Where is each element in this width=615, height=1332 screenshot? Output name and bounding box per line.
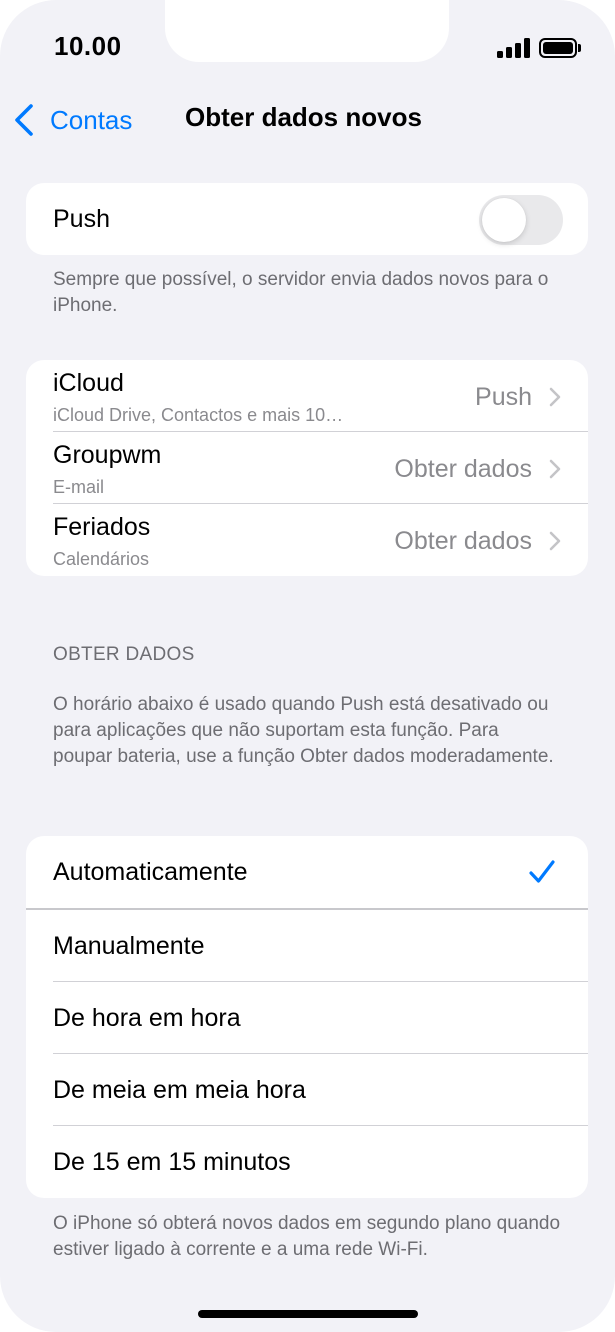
toggle-knob — [482, 198, 526, 242]
back-button-label: Contas — [50, 104, 133, 135]
fetch-option-manual[interactable]: Manualmente — [26, 910, 588, 982]
fetch-option-label: Manualmente — [53, 932, 205, 960]
account-subtitle: Calendários — [53, 549, 150, 569]
chevron-right-icon — [549, 387, 561, 407]
fetch-option-half-hourly[interactable]: De meia em meia hora — [26, 1054, 588, 1126]
push-footnote: Sempre que possível, o servidor envia da… — [53, 269, 549, 316]
cellular-signal-icon — [497, 38, 531, 58]
back-button[interactable]: Contas — [12, 100, 132, 140]
fetch-description: O horário abaixo é usado quando Push est… — [53, 694, 554, 767]
account-fetch-value: Obter dados — [394, 455, 532, 483]
push-toggle[interactable] — [479, 195, 563, 245]
notch — [165, 0, 449, 62]
chevron-left-icon — [15, 104, 33, 136]
account-name: Groupwm — [53, 441, 162, 469]
account-row-icloud[interactable]: iCloud iCloud Drive, Contactos e mais 10… — [26, 360, 588, 432]
account-name: iCloud — [53, 369, 124, 397]
push-row: Push — [26, 183, 588, 255]
checkmark-icon — [529, 860, 555, 883]
fetch-option-automatic[interactable]: Automaticamente — [26, 836, 588, 908]
fetch-option-hourly[interactable]: De hora em hora — [26, 982, 588, 1054]
chevron-right-icon — [549, 531, 561, 551]
account-row-feriados[interactable]: Feriados Calendários Obter dados — [26, 504, 588, 576]
accounts-group: iCloud iCloud Drive, Contactos e mais 10… — [26, 360, 588, 576]
battery-tip — [578, 44, 581, 52]
push-label: Push — [53, 205, 110, 233]
account-row-groupwm[interactable]: Groupwm E-mail Obter dados — [26, 432, 588, 504]
fetch-option-15min[interactable]: De 15 em 15 minutos — [26, 1126, 588, 1198]
chevron-right-icon — [549, 459, 561, 479]
fetch-options-group: Automaticamente Manualmente De hora em h… — [26, 836, 588, 1198]
account-name: Feriados — [53, 513, 151, 541]
home-indicator[interactable] — [198, 1310, 418, 1318]
page-title: Obter dados novos — [185, 102, 422, 132]
push-group: Push — [26, 183, 588, 255]
fetch-option-label: Automaticamente — [53, 858, 248, 886]
account-fetch-value: Push — [475, 383, 532, 411]
phone-screen: 10.00 Contas Obter dados novos Push Semp… — [0, 0, 615, 1332]
fetch-footnote: O iPhone só obterá novos dados em segund… — [53, 1213, 561, 1260]
fetch-option-label: De meia em meia hora — [53, 1076, 306, 1104]
account-subtitle: iCloud Drive, Contactos e mais 10… — [53, 405, 344, 425]
status-time: 10.00 — [54, 31, 122, 61]
account-subtitle: E-mail — [53, 477, 105, 497]
fetch-option-label: De 15 em 15 minutos — [53, 1148, 291, 1176]
account-fetch-value: Obter dados — [394, 527, 532, 555]
battery-icon — [539, 38, 577, 58]
fetch-section-header: OBTER DADOS — [53, 644, 195, 665]
fetch-option-label: De hora em hora — [53, 1004, 241, 1032]
